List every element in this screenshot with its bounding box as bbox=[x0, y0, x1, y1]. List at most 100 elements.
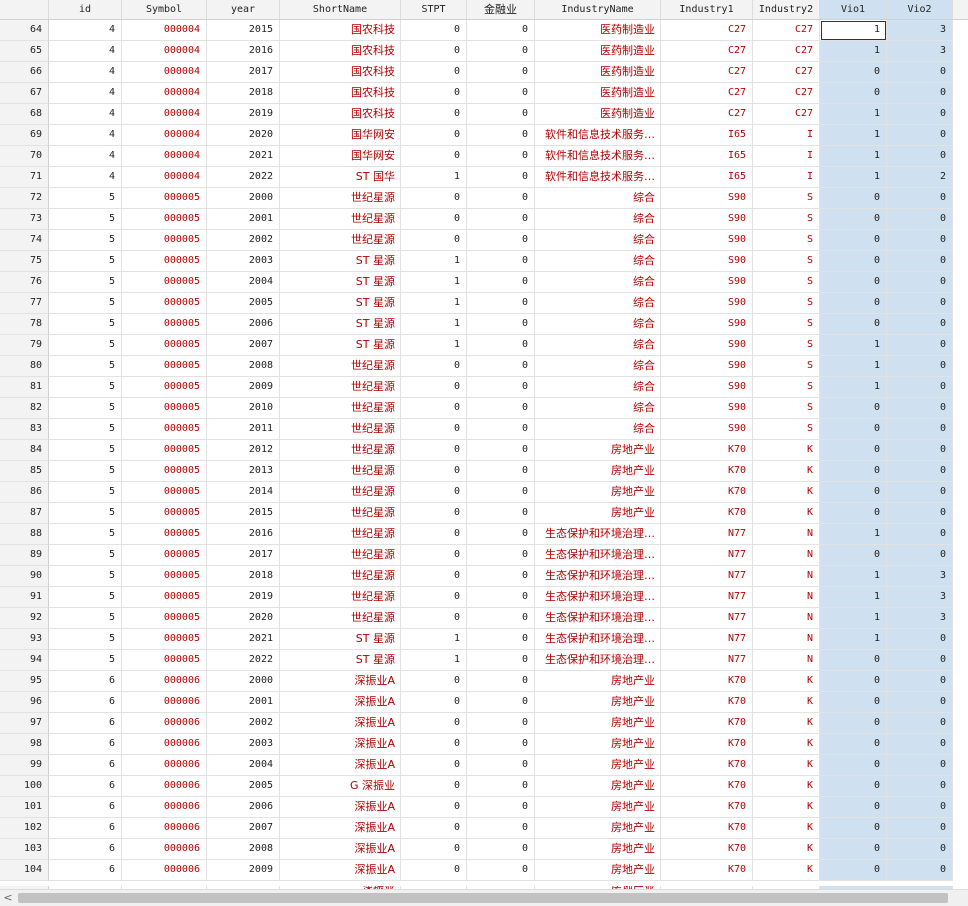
row-number-cell[interactable]: 64 bbox=[0, 20, 49, 41]
cell-industry1[interactable]: K70 bbox=[661, 839, 753, 860]
cell-finance-flag[interactable]: 0 bbox=[467, 839, 535, 860]
cell-finance-flag[interactable]: 0 bbox=[467, 734, 535, 755]
table-row[interactable]: 103 6 000006 2008 深振业A 0 0 房地产业 K70 K 0 0 bbox=[0, 839, 968, 860]
cell-vio2[interactable]: 3 bbox=[887, 41, 953, 62]
cell-finance-flag[interactable]: 0 bbox=[467, 20, 535, 41]
cell-industry1[interactable]: I65 bbox=[661, 146, 753, 167]
cell-vio2[interactable]: 3 bbox=[887, 608, 953, 629]
row-number-cell[interactable]: 104 bbox=[0, 860, 49, 881]
cell-industry-name[interactable]: 生态保护和环境治理… bbox=[535, 566, 661, 587]
cell-industry-name[interactable]: 综合 bbox=[535, 377, 661, 398]
table-row[interactable]: 66 4 000004 2017 国农科技 0 0 医药制造业 C27 C27 0 0 bbox=[0, 62, 968, 83]
cell-industry2[interactable]: K bbox=[753, 482, 820, 503]
cell-year[interactable]: 2005 bbox=[207, 776, 280, 797]
cell-stpt[interactable]: 0 bbox=[401, 146, 467, 167]
cell-industry2[interactable]: C27 bbox=[753, 83, 820, 104]
cell-stpt[interactable]: 0 bbox=[401, 797, 467, 818]
cell-finance-flag[interactable]: 0 bbox=[467, 62, 535, 83]
column-header-vio1[interactable]: Vio1 bbox=[820, 0, 887, 19]
cell-vio1[interactable]: 0 bbox=[820, 503, 887, 524]
cell-short-name[interactable]: 世纪星源 bbox=[280, 398, 401, 419]
cell-vio1[interactable]: 0 bbox=[820, 818, 887, 839]
cell-vio2[interactable]: 0 bbox=[887, 629, 953, 650]
column-header-industry1[interactable]: Industry1 bbox=[661, 0, 753, 19]
cell-finance-flag[interactable]: 0 bbox=[467, 377, 535, 398]
table-row[interactable]: 71 4 000004 2022 ST 国华 1 0 软件和信息技术服务… I65 I 1 2 bbox=[0, 167, 968, 188]
row-number-cell[interactable]: 77 bbox=[0, 293, 49, 314]
cell-vio2[interactable]: 0 bbox=[887, 83, 953, 104]
cell-industry2[interactable]: S bbox=[753, 377, 820, 398]
cell-industry2[interactable]: K bbox=[753, 692, 820, 713]
row-number-cell[interactable]: 83 bbox=[0, 419, 49, 440]
cell-id[interactable]: 4 bbox=[49, 41, 122, 62]
cell-short-name[interactable]: 世纪星源 bbox=[280, 587, 401, 608]
cell-stpt[interactable]: 0 bbox=[401, 419, 467, 440]
cell-short-name[interactable]: 国农科技 bbox=[280, 104, 401, 125]
cell-symbol[interactable]: 000006 bbox=[122, 713, 207, 734]
cell-short-name[interactable]: 国农科技 bbox=[280, 83, 401, 104]
cell-industry2[interactable]: K bbox=[753, 797, 820, 818]
cell-vio2[interactable]: 0 bbox=[887, 650, 953, 671]
cell-id[interactable]: 6 bbox=[49, 818, 122, 839]
cell-industry2[interactable]: I bbox=[753, 167, 820, 188]
cell-year[interactable]: 2022 bbox=[207, 167, 280, 188]
cell-vio2[interactable]: 0 bbox=[887, 293, 953, 314]
row-number-cell[interactable]: 78 bbox=[0, 314, 49, 335]
cell-id[interactable]: 5 bbox=[49, 587, 122, 608]
row-number-cell[interactable]: 84 bbox=[0, 440, 49, 461]
cell-industry2[interactable]: C27 bbox=[753, 41, 820, 62]
cell-short-name[interactable]: 世纪星源 bbox=[280, 545, 401, 566]
horizontal-scrollbar[interactable]: < bbox=[0, 889, 968, 906]
cell-vio1[interactable]: 0 bbox=[820, 671, 887, 692]
cell-short-name[interactable]: 深振业A bbox=[280, 713, 401, 734]
cell-vio1[interactable]: 0 bbox=[820, 251, 887, 272]
cell-finance-flag[interactable]: 0 bbox=[467, 440, 535, 461]
cell-id[interactable]: 5 bbox=[49, 503, 122, 524]
cell-year[interactable]: 2020 bbox=[207, 125, 280, 146]
table-row[interactable]: 89 5 000005 2017 世纪星源 0 0 生态保护和环境治理… N77 N 0 0 bbox=[0, 545, 968, 566]
cell-vio2[interactable]: 0 bbox=[887, 503, 953, 524]
table-row[interactable]: 90 5 000005 2018 世纪星源 0 0 生态保护和环境治理… N77 N 1 3 bbox=[0, 566, 968, 587]
cell-symbol[interactable]: 000004 bbox=[122, 62, 207, 83]
cell-stpt[interactable]: 0 bbox=[401, 524, 467, 545]
cell-stpt[interactable]: 1 bbox=[401, 167, 467, 188]
cell-short-name[interactable]: 世纪星源 bbox=[280, 482, 401, 503]
cell-symbol[interactable]: 000005 bbox=[122, 566, 207, 587]
cell-industry1[interactable]: K70 bbox=[661, 797, 753, 818]
cell-short-name[interactable]: ST 星源 bbox=[280, 272, 401, 293]
cell-vio1[interactable]: 0 bbox=[820, 188, 887, 209]
row-number-cell[interactable]: 75 bbox=[0, 251, 49, 272]
cell-vio1[interactable]: 1 bbox=[820, 377, 887, 398]
cell-industry2[interactable]: K bbox=[753, 713, 820, 734]
cell-stpt[interactable]: 0 bbox=[401, 62, 467, 83]
cell-year[interactable]: 2019 bbox=[207, 587, 280, 608]
cell-vio2[interactable]: 3 bbox=[887, 587, 953, 608]
cell-industry-name[interactable]: 综合 bbox=[535, 209, 661, 230]
cell-short-name[interactable]: 国华网安 bbox=[280, 146, 401, 167]
cell-industry2[interactable]: S bbox=[753, 209, 820, 230]
cell-id[interactable]: 5 bbox=[49, 566, 122, 587]
cell-id[interactable]: 5 bbox=[49, 419, 122, 440]
table-row[interactable]: 86 5 000005 2014 世纪星源 0 0 房地产业 K70 K 0 0 bbox=[0, 482, 968, 503]
cell-id[interactable]: 5 bbox=[49, 188, 122, 209]
cell-industry2[interactable]: K bbox=[753, 671, 820, 692]
cell-finance-flag[interactable]: 0 bbox=[467, 41, 535, 62]
cell-year[interactable]: 2007 bbox=[207, 335, 280, 356]
cell-vio1[interactable]: 0 bbox=[820, 272, 887, 293]
column-header-industry2[interactable]: Industry2 bbox=[753, 0, 820, 19]
cell-year[interactable]: 2002 bbox=[207, 713, 280, 734]
cell-year[interactable]: 2021 bbox=[207, 146, 280, 167]
cell-industry-name[interactable]: 房地产业 bbox=[535, 461, 661, 482]
cell-stpt[interactable]: 0 bbox=[401, 230, 467, 251]
scrollbar-thumb[interactable] bbox=[18, 893, 948, 903]
cell-vio2[interactable]: 0 bbox=[887, 692, 953, 713]
cell-industry-name[interactable]: 综合 bbox=[535, 272, 661, 293]
cell-year[interactable]: 2009 bbox=[207, 860, 280, 881]
cell-id[interactable]: 5 bbox=[49, 377, 122, 398]
cell-vio2[interactable]: 0 bbox=[887, 419, 953, 440]
table-row[interactable]: 68 4 000004 2019 国农科技 0 0 医药制造业 C27 C27 1 0 bbox=[0, 104, 968, 125]
cell-vio1[interactable]: 1 bbox=[820, 356, 887, 377]
column-header-id[interactable]: id bbox=[49, 0, 122, 19]
cell-stpt[interactable]: 0 bbox=[401, 713, 467, 734]
cell-symbol[interactable]: 000005 bbox=[122, 524, 207, 545]
